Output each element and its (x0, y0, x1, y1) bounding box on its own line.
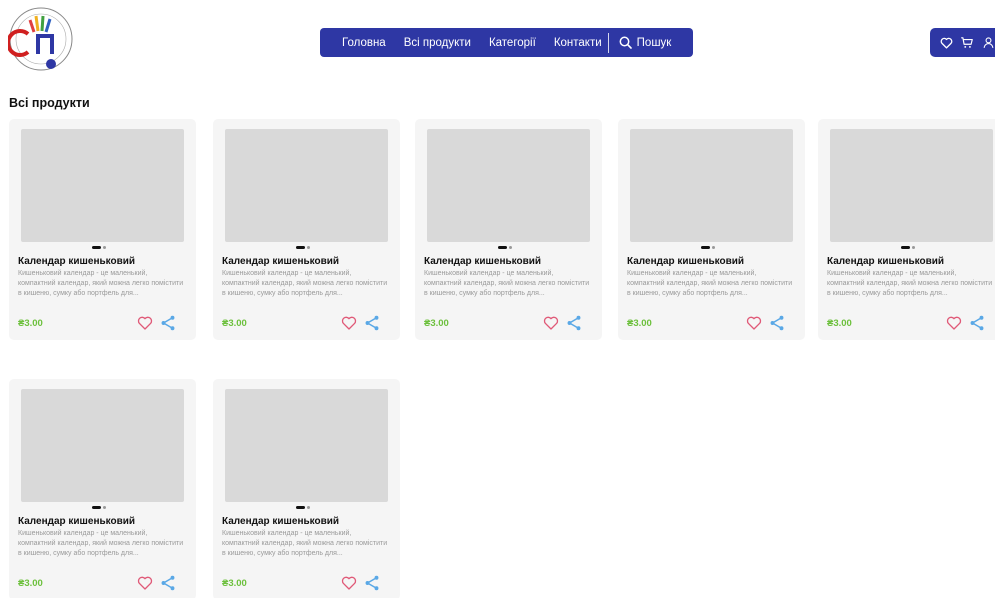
product-description: Кишеньковий календар - це маленький, ком… (222, 270, 388, 297)
carousel-dot-active[interactable] (296, 506, 305, 509)
carousel-dot[interactable] (509, 246, 512, 249)
product-card[interactable]: Календар кишеньковий Кишеньковий календа… (618, 119, 805, 340)
product-card[interactable]: Календар кишеньковий Кишеньковий календа… (213, 119, 400, 340)
nav-search-label: Пошук (636, 36, 672, 49)
carousel-dot-active[interactable] (498, 246, 507, 249)
product-title[interactable]: Календар кишеньковий (627, 256, 744, 267)
product-description: Кишеньковий календар - це маленький, ком… (222, 530, 388, 557)
product-image-placeholder[interactable] (427, 129, 590, 242)
product-description: Кишеньковий календар - це маленький, ком… (18, 530, 184, 557)
product-price: ₴3.00 (222, 578, 247, 589)
image-carousel-dots[interactable] (901, 246, 915, 249)
carousel-dot[interactable] (307, 506, 310, 509)
cart-icon (961, 37, 973, 48)
image-carousel-dots[interactable] (92, 246, 106, 249)
carousel-dot[interactable] (103, 506, 106, 509)
search-icon (619, 36, 632, 49)
wishlist-button[interactable] (937, 34, 955, 52)
main-nav: Головна Всі продукти Категорії Контакти … (320, 28, 693, 57)
product-card[interactable]: Календар кишеньковий Кишеньковий календа… (415, 119, 602, 340)
product-description: Кишеньковий календар - це маленький, ком… (827, 270, 993, 297)
product-price: ₴3.00 (18, 318, 43, 329)
product-price: ₴3.00 (827, 318, 852, 329)
header-icon-bar (930, 28, 995, 57)
product-description: Кишеньковий календар - це маленький, ком… (627, 270, 793, 297)
nav-item-categories[interactable]: Категорії (489, 37, 536, 49)
heart-icon[interactable] (137, 575, 153, 591)
site-logo[interactable] (6, 6, 74, 72)
carousel-dot-active[interactable] (296, 246, 305, 249)
cart-button[interactable] (958, 34, 976, 52)
heart-icon[interactable] (341, 575, 357, 591)
product-price: ₴3.00 (222, 318, 247, 329)
product-image-placeholder[interactable] (225, 129, 388, 242)
user-icon (983, 37, 993, 49)
nav-item-all-products[interactable]: Всі продукти (404, 37, 471, 49)
product-image-placeholder[interactable] (225, 389, 388, 502)
carousel-dot[interactable] (912, 246, 915, 249)
product-title[interactable]: Календар кишеньковий (827, 256, 944, 267)
image-carousel-dots[interactable] (498, 246, 512, 249)
carousel-dot-active[interactable] (901, 246, 910, 249)
nav-search-button[interactable]: Пошук (619, 36, 672, 49)
share-icon[interactable] (565, 314, 583, 332)
share-icon[interactable] (968, 314, 986, 332)
product-title[interactable]: Календар кишеньковий (18, 256, 135, 267)
product-price: ₴3.00 (424, 318, 449, 329)
nav-divider (607, 32, 609, 53)
nav-item-contacts[interactable]: Контакти (554, 37, 602, 49)
product-image-placeholder[interactable] (830, 129, 993, 242)
product-card[interactable]: Календар кишеньковий Кишеньковий календа… (9, 379, 196, 598)
product-description: Кишеньковий календар - це маленький, ком… (424, 270, 590, 297)
carousel-dot-active[interactable] (92, 246, 101, 249)
image-carousel-dots[interactable] (296, 246, 310, 249)
profile-button[interactable] (979, 34, 995, 52)
image-carousel-dots[interactable] (296, 506, 310, 509)
carousel-dot[interactable] (307, 246, 310, 249)
share-icon[interactable] (363, 574, 381, 592)
product-card[interactable]: Календар кишеньковий Кишеньковий календа… (213, 379, 400, 598)
product-title[interactable]: Календар кишеньковий (18, 516, 135, 527)
heart-icon (940, 37, 952, 49)
heart-icon[interactable] (946, 315, 962, 331)
product-title[interactable]: Календар кишеньковий (424, 256, 541, 267)
product-price: ₴3.00 (18, 578, 43, 589)
product-title[interactable]: Календар кишеньковий (222, 516, 339, 527)
heart-icon[interactable] (543, 315, 559, 331)
product-title[interactable]: Календар кишеньковий (222, 256, 339, 267)
nav-item-home[interactable]: Головна (342, 37, 386, 49)
heart-icon[interactable] (746, 315, 762, 331)
carousel-dot-active[interactable] (701, 246, 710, 249)
heart-icon[interactable] (341, 315, 357, 331)
product-card[interactable]: Календар кишеньковий Кишеньковий календа… (818, 119, 995, 340)
share-icon[interactable] (159, 574, 177, 592)
share-icon[interactable] (363, 314, 381, 332)
logo-emblem (6, 7, 73, 71)
carousel-dot-active[interactable] (92, 506, 101, 509)
product-image-placeholder[interactable] (21, 389, 184, 502)
carousel-dot[interactable] (103, 246, 106, 249)
product-description: Кишеньковий календар - це маленький, ком… (18, 270, 184, 297)
product-card[interactable]: Календар кишеньковий Кишеньковий календа… (9, 119, 196, 340)
share-icon[interactable] (768, 314, 786, 332)
product-image-placeholder[interactable] (21, 129, 184, 242)
image-carousel-dots[interactable] (92, 506, 106, 509)
share-icon[interactable] (159, 314, 177, 332)
image-carousel-dots[interactable] (701, 246, 715, 249)
page-title: Всі продукти (9, 96, 90, 110)
carousel-dot[interactable] (712, 246, 715, 249)
heart-icon[interactable] (137, 315, 153, 331)
product-price: ₴3.00 (627, 318, 652, 329)
product-image-placeholder[interactable] (630, 129, 793, 242)
